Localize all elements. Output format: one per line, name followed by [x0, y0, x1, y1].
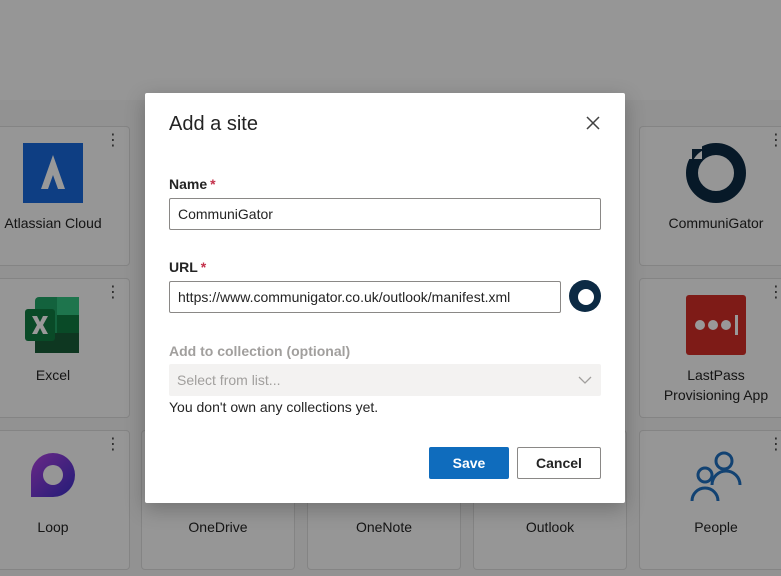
save-button[interactable]: Save — [429, 447, 509, 479]
collection-select[interactable]: Select from list... — [169, 364, 601, 396]
name-field[interactable] — [169, 198, 601, 230]
name-label-text: Name — [169, 176, 208, 192]
collection-label: Add to collection (optional) — [169, 343, 351, 359]
url-field[interactable] — [169, 281, 561, 313]
collection-placeholder: Select from list... — [177, 372, 281, 388]
required-marker: * — [200, 259, 207, 275]
site-favicon-icon — [569, 280, 601, 312]
url-label: URL * — [169, 259, 206, 275]
close-icon[interactable] — [581, 111, 605, 135]
name-label: Name * — [169, 176, 216, 192]
required-marker: * — [210, 176, 216, 192]
collection-hint: You don't own any collections yet. — [169, 399, 379, 415]
url-label-text: URL — [169, 259, 198, 275]
chevron-down-icon — [578, 376, 592, 384]
cancel-button[interactable]: Cancel — [517, 447, 601, 479]
add-site-dialog: Add a site Name* URL* Add to collection … — [145, 93, 625, 503]
dialog-title: Add a site — [169, 113, 258, 135]
